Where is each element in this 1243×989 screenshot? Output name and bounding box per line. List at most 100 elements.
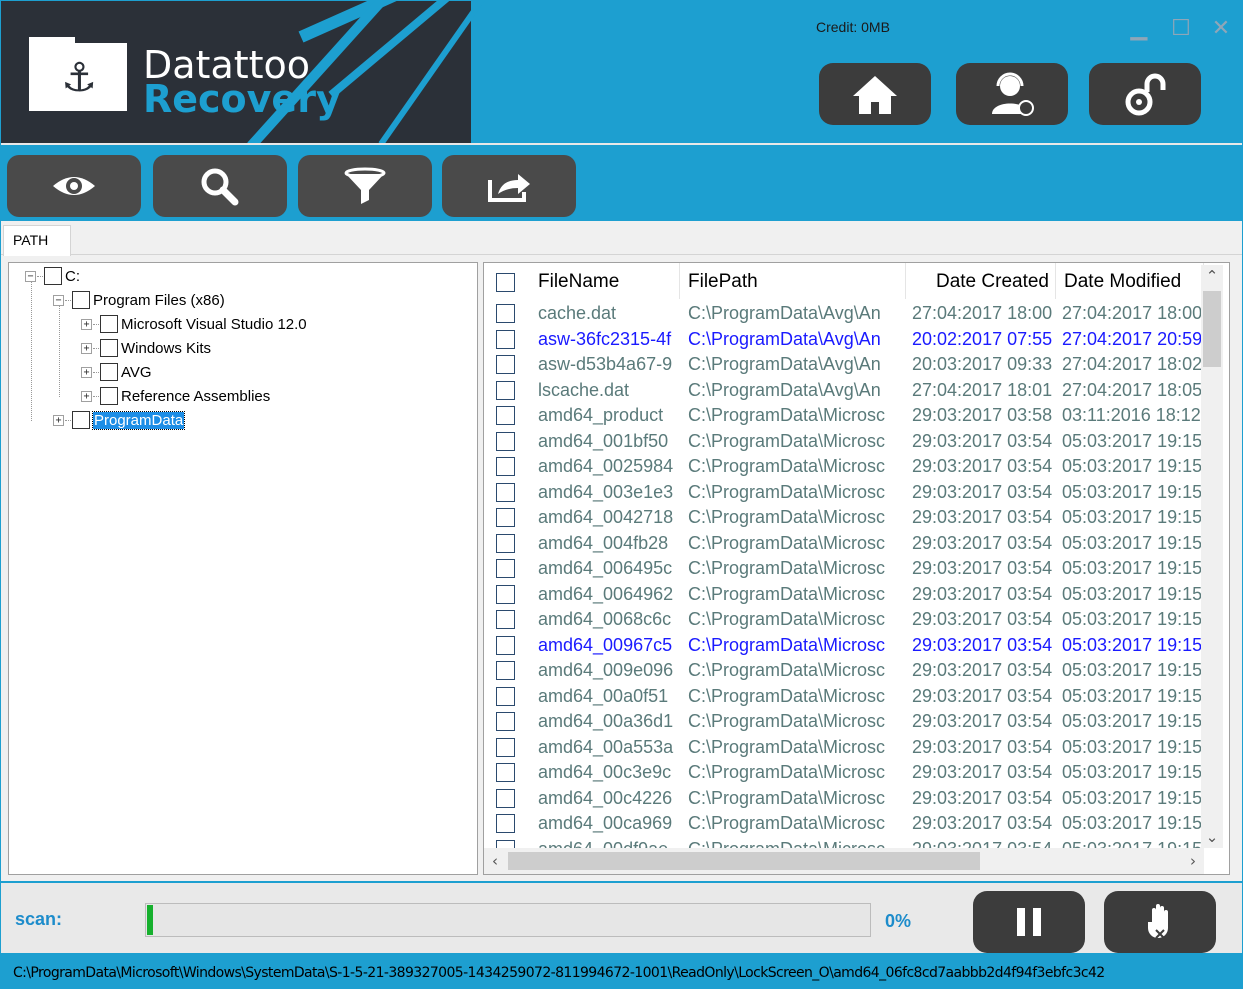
scan-progress-bar bbox=[145, 903, 871, 937]
tree-item-c[interactable]: − C: bbox=[25, 265, 80, 287]
header: ⚓ Datattoo Recovery Credit: 0MB ▁ ☐ ✕ bbox=[1, 1, 1242, 143]
stop-button[interactable] bbox=[1104, 891, 1216, 953]
horizontal-scrollbar[interactable]: ‹ › bbox=[484, 848, 1204, 874]
expand-icon[interactable]: + bbox=[81, 390, 92, 402]
row-checkbox[interactable] bbox=[496, 406, 515, 425]
file-path-cell: C:\ProgramData\Microsc bbox=[688, 660, 886, 680]
tree-item-windows-kits[interactable]: + Windows Kits bbox=[81, 337, 211, 359]
tree-item-program-files-x86[interactable]: − Program Files (x86) bbox=[53, 289, 225, 311]
file-name-cell: asw-d53b4a67-9 bbox=[538, 354, 673, 374]
row-checkbox[interactable] bbox=[496, 533, 515, 553]
horizontal-scroll-thumb[interactable] bbox=[508, 852, 980, 870]
pause-button[interactable] bbox=[973, 891, 1085, 953]
row-checkbox[interactable] bbox=[496, 788, 515, 808]
expand-icon[interactable]: + bbox=[81, 318, 92, 330]
preview-button[interactable] bbox=[7, 155, 141, 217]
scroll-up-icon[interactable]: ⌃ bbox=[1201, 265, 1223, 287]
column-filename[interactable]: FileName bbox=[530, 263, 680, 299]
table-row[interactable]: amd64_00ca969 C:\ProgramData\Microsc 29:03… bbox=[484, 811, 1204, 837]
row-checkbox[interactable] bbox=[496, 457, 515, 476]
row-checkbox[interactable] bbox=[496, 814, 515, 833]
row-checkbox[interactable] bbox=[496, 380, 515, 400]
scroll-down-icon[interactable]: ⌄ bbox=[1201, 826, 1223, 848]
row-checkbox[interactable] bbox=[496, 508, 515, 527]
tree-checkbox[interactable] bbox=[72, 411, 90, 429]
row-checkbox[interactable] bbox=[496, 304, 515, 323]
tree-checkbox[interactable] bbox=[100, 363, 118, 381]
tree-checkbox[interactable] bbox=[72, 291, 90, 309]
table-row[interactable]: amd64_003e1e3 C:\ProgramData\Microsc 29:03… bbox=[484, 480, 1204, 506]
search-button[interactable] bbox=[153, 155, 287, 217]
expand-icon[interactable]: + bbox=[81, 366, 92, 378]
export-button[interactable] bbox=[442, 155, 576, 217]
tree-item-visual-studio[interactable]: + Microsoft Visual Studio 12.0 bbox=[81, 313, 307, 335]
expand-icon[interactable]: + bbox=[53, 414, 64, 426]
close-icon[interactable]: ✕ bbox=[1207, 15, 1235, 43]
table-row[interactable]: amd64_00c3e9c C:\ProgramData\Microsc 29:03… bbox=[484, 760, 1204, 786]
row-checkbox[interactable] bbox=[496, 584, 515, 604]
table-row[interactable]: amd64_001bf50 C:\ProgramData\Microsc 29:03… bbox=[484, 429, 1204, 455]
scroll-right-icon[interactable]: › bbox=[1182, 850, 1204, 872]
tree-item-avg[interactable]: + AVG bbox=[81, 361, 152, 383]
table-row[interactable]: amd64_00a36d1 C:\ProgramData\Microsc 29:03… bbox=[484, 709, 1204, 735]
scroll-left-icon[interactable]: ‹ bbox=[484, 850, 506, 872]
maximize-icon[interactable]: ☐ bbox=[1167, 15, 1195, 43]
tab-path[interactable]: PATH bbox=[3, 225, 71, 256]
table-row[interactable]: amd64_0042718 C:\ProgramData\Microsc 29:03… bbox=[484, 505, 1204, 531]
collapse-icon[interactable]: − bbox=[25, 270, 36, 282]
row-checkbox[interactable] bbox=[496, 355, 515, 374]
table-row[interactable]: asw-d53b4a67-9 C:\ProgramData\Avg\An 20:03… bbox=[484, 352, 1204, 378]
tree-checkbox[interactable] bbox=[44, 267, 62, 285]
support-button[interactable] bbox=[956, 63, 1068, 125]
table-row[interactable]: amd64_00c4226 C:\ProgramData\Microsc 29:03… bbox=[484, 786, 1204, 812]
table-row[interactable]: amd64_00a553a C:\ProgramData\Microsc 29:03… bbox=[484, 735, 1204, 761]
vertical-scroll-thumb[interactable] bbox=[1203, 291, 1221, 367]
tree-checkbox[interactable] bbox=[100, 387, 118, 405]
column-date-created[interactable]: Date Created bbox=[906, 263, 1056, 299]
collapse-icon[interactable]: − bbox=[53, 294, 64, 306]
scan-bar: scan: 0% bbox=[1, 881, 1242, 953]
table-row[interactable]: amd64_0064962 C:\ProgramData\Microsc 29:03… bbox=[484, 582, 1204, 608]
unlock-button[interactable] bbox=[1089, 63, 1201, 125]
row-checkbox[interactable] bbox=[496, 329, 515, 349]
table-row[interactable]: amd64_009e096 C:\ProgramData\Microsc 29:03… bbox=[484, 658, 1204, 684]
file-name-cell: amd64_00a36d1 bbox=[538, 711, 674, 731]
row-checkbox[interactable] bbox=[496, 431, 515, 451]
table-row[interactable]: amd64_00a0f51 C:\ProgramData\Microsc 29:03… bbox=[484, 684, 1204, 710]
table-row[interactable]: amd64_product C:\ProgramData\Microsc 29:03… bbox=[484, 403, 1204, 429]
expand-icon[interactable]: + bbox=[81, 342, 92, 354]
table-row[interactable]: amd64_0025984 C:\ProgramData\Microsc 29:03… bbox=[484, 454, 1204, 480]
row-checkbox[interactable] bbox=[496, 661, 515, 680]
column-date-modified[interactable]: Date Modified bbox=[1056, 263, 1204, 299]
vertical-scrollbar[interactable]: ⌃ ⌄ bbox=[1201, 265, 1223, 848]
date-modified-cell: 05:03:2017 19:15 bbox=[1062, 532, 1203, 553]
table-row[interactable]: amd64_006495c C:\ProgramData\Microsc 29:03… bbox=[484, 556, 1204, 582]
date-modified-cell: 27:04:2017 18:05 bbox=[1062, 379, 1203, 400]
table-row[interactable]: amd64_0068c6c C:\ProgramData\Microsc 29:03… bbox=[484, 607, 1204, 633]
tree-item-programdata[interactable]: + ProgramData bbox=[53, 409, 186, 431]
row-checkbox[interactable] bbox=[496, 482, 515, 502]
tree-checkbox[interactable] bbox=[100, 339, 118, 357]
column-filepath[interactable]: FilePath bbox=[680, 263, 906, 299]
tree-item-reference-assemblies[interactable]: + Reference Assemblies bbox=[81, 385, 270, 407]
pause-icon bbox=[1017, 908, 1041, 936]
file-name-cell: amd64_001bf50 bbox=[538, 430, 669, 451]
row-checkbox[interactable] bbox=[496, 737, 515, 757]
table-row[interactable]: amd64_00967c5 C:\ProgramData\Microsc 29:03… bbox=[484, 633, 1204, 659]
select-all-checkbox[interactable] bbox=[496, 273, 515, 292]
row-checkbox[interactable] bbox=[496, 686, 515, 706]
table-row[interactable]: amd64_004fb28 C:\ProgramData\Microsc 29:03… bbox=[484, 531, 1204, 557]
home-button[interactable] bbox=[819, 63, 931, 125]
row-checkbox[interactable] bbox=[496, 712, 515, 731]
row-checkbox[interactable] bbox=[496, 763, 515, 782]
minimize-icon[interactable]: ▁ bbox=[1125, 15, 1153, 43]
row-checkbox[interactable] bbox=[496, 610, 515, 629]
filter-button[interactable] bbox=[298, 155, 432, 217]
row-checkbox[interactable] bbox=[496, 635, 515, 655]
table-row[interactable]: asw-36fc2315-4f C:\ProgramData\Avg\An 20:0… bbox=[484, 327, 1204, 353]
table-row[interactable]: cache.dat C:\ProgramData\Avg\An 27:04:2017… bbox=[484, 301, 1204, 327]
tree-checkbox[interactable] bbox=[100, 315, 118, 333]
row-checkbox[interactable] bbox=[496, 559, 515, 578]
table-row[interactable]: lscache.dat C:\ProgramData\Avg\An 27:04:20… bbox=[484, 378, 1204, 404]
file-name-cell: amd64_00c4226 bbox=[538, 787, 673, 808]
